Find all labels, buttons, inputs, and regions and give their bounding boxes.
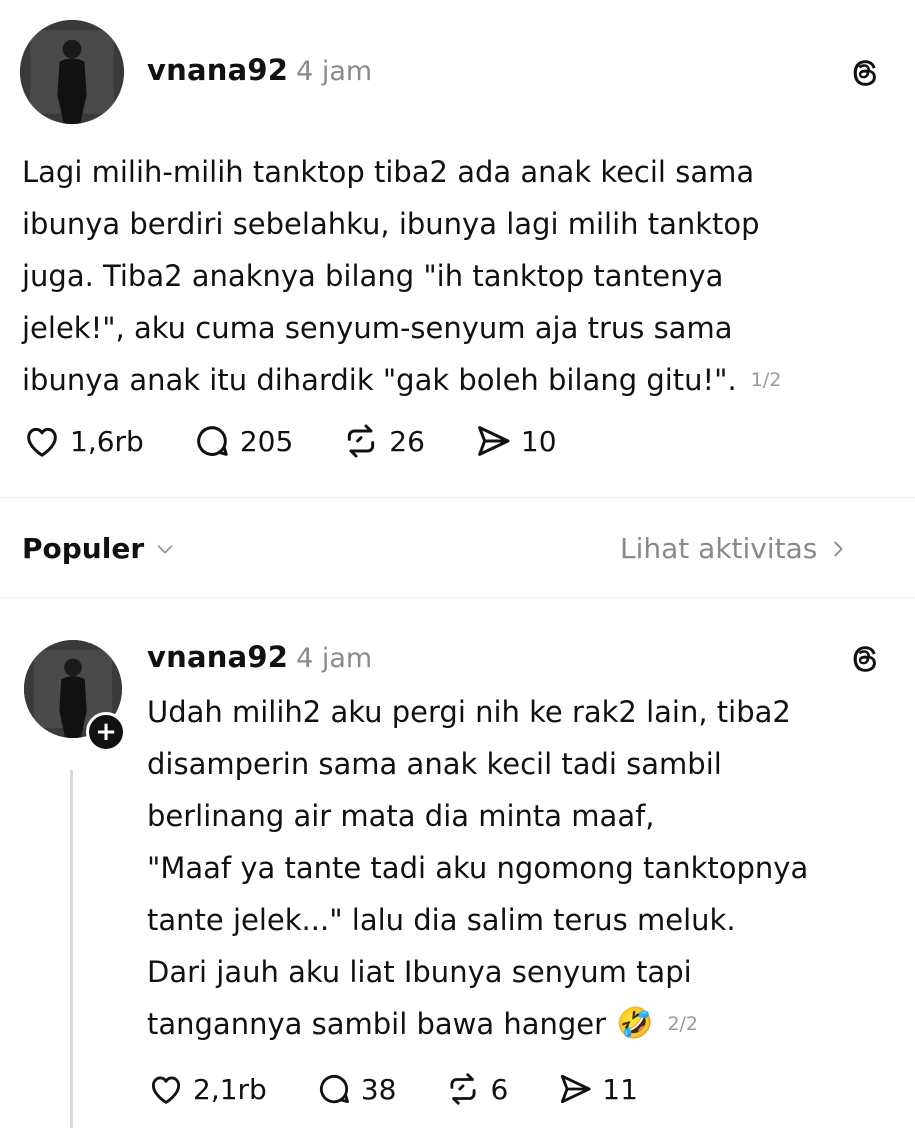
page-indicator: 1/2 xyxy=(750,369,782,391)
repost-count: 26 xyxy=(389,424,425,458)
post-time: 4 jam xyxy=(296,643,373,674)
like-button[interactable]: 1,6rb xyxy=(22,421,144,461)
post-time: 4 jam xyxy=(296,56,373,87)
post-text-line: "Maaf ya tante tadi aku ngomong tanktopn… xyxy=(147,851,809,885)
avatar[interactable] xyxy=(20,20,124,124)
send-icon xyxy=(478,426,510,456)
post-text-line: ibunya berdiri sebelahku, ibunya lagi mi… xyxy=(22,207,760,241)
chevron-down-icon xyxy=(157,544,173,554)
activity-link-label: Lihat aktivitas xyxy=(620,532,818,565)
repost-icon xyxy=(348,424,375,458)
post-text-line: tante jelek..." lalu dia salim terus mel… xyxy=(147,903,736,937)
post-text-line: Lagi milih-milih tanktop tiba2 ada anak … xyxy=(22,155,755,189)
post-text-line: Udah milih2 aku pergi nih ke rak2 lain, … xyxy=(147,695,791,729)
post-text-line: jelek!", aku cuma senyum-senyum aja trus… xyxy=(22,311,733,345)
emoji-rofl: 🤣 xyxy=(616,1006,654,1041)
post-body: Lagi milih-milih tanktop tiba2 ada anak … xyxy=(22,146,781,406)
heart-icon xyxy=(151,1076,181,1104)
post-text-line: Dari jauh aku liat Ibunya senyum tapi xyxy=(147,955,692,989)
comment-button[interactable]: 205 xyxy=(192,421,293,461)
follow-button[interactable]: + xyxy=(86,712,126,752)
action-bar: 2,1rb 38 6 11 xyxy=(147,1070,638,1108)
repost-button[interactable]: 6 xyxy=(444,1070,508,1108)
plus-icon: + xyxy=(95,717,117,747)
threads-logo-icon[interactable] xyxy=(848,56,882,90)
share-button[interactable]: 11 xyxy=(556,1070,638,1108)
divider xyxy=(0,597,915,598)
post-header: vnana92 4 jam xyxy=(147,53,372,87)
sort-label: Populer xyxy=(22,532,145,565)
comment-button[interactable]: 38 xyxy=(315,1070,397,1108)
username[interactable]: vnana92 xyxy=(147,640,288,674)
repost-button[interactable]: 26 xyxy=(341,421,425,461)
post-text-line: juga. Tiba2 anaknya bilang "ih tanktop t… xyxy=(22,259,724,293)
comment-bubble-icon xyxy=(319,1075,349,1104)
sort-dropdown[interactable]: Populer xyxy=(22,532,176,565)
post-text-line: berlinang air mata dia minta maaf, xyxy=(147,799,655,833)
username[interactable]: vnana92 xyxy=(147,53,288,87)
share-button[interactable]: 10 xyxy=(473,421,557,461)
post-text-line: tangannya sambil bawa hanger xyxy=(147,1007,607,1041)
post-text-line: disamperin sama anak kecil tadi sambil xyxy=(147,747,722,781)
repost-icon xyxy=(450,1073,476,1105)
post-header: vnana92 4 jam xyxy=(147,640,372,674)
comment-count: 38 xyxy=(360,1072,397,1106)
like-button[interactable]: 2,1rb xyxy=(147,1070,267,1108)
like-count: 2,1rb xyxy=(193,1072,267,1106)
send-icon xyxy=(561,1074,591,1104)
share-count: 10 xyxy=(520,424,557,458)
like-count: 1,6rb xyxy=(70,424,144,458)
page-indicator: 2/2 xyxy=(667,1013,699,1035)
avatar-figure xyxy=(20,20,124,124)
chevron-right-icon xyxy=(834,541,843,556)
threads-logo-icon[interactable] xyxy=(848,642,882,676)
share-count: 11 xyxy=(602,1072,638,1106)
repost-count: 6 xyxy=(490,1072,509,1106)
comment-count: 205 xyxy=(239,424,294,458)
divider xyxy=(0,497,915,498)
post-body: Udah milih2 aku pergi nih ke rak2 lain, … xyxy=(147,686,808,1050)
heart-icon xyxy=(27,427,57,457)
thread-line xyxy=(70,770,73,1128)
post-text-last-line: tangannya sambil bawa hanger 🤣 2/2 xyxy=(147,998,808,1050)
post-text-line: ibunya anak itu dihardik "gak boleh bila… xyxy=(22,363,737,397)
post-text-last-line: ibunya anak itu dihardik "gak boleh bila… xyxy=(22,354,781,406)
comment-bubble-icon xyxy=(197,426,228,456)
activity-link[interactable]: Lihat aktivitas xyxy=(620,532,849,565)
action-bar: 1,6rb 205 26 10 xyxy=(22,421,557,461)
